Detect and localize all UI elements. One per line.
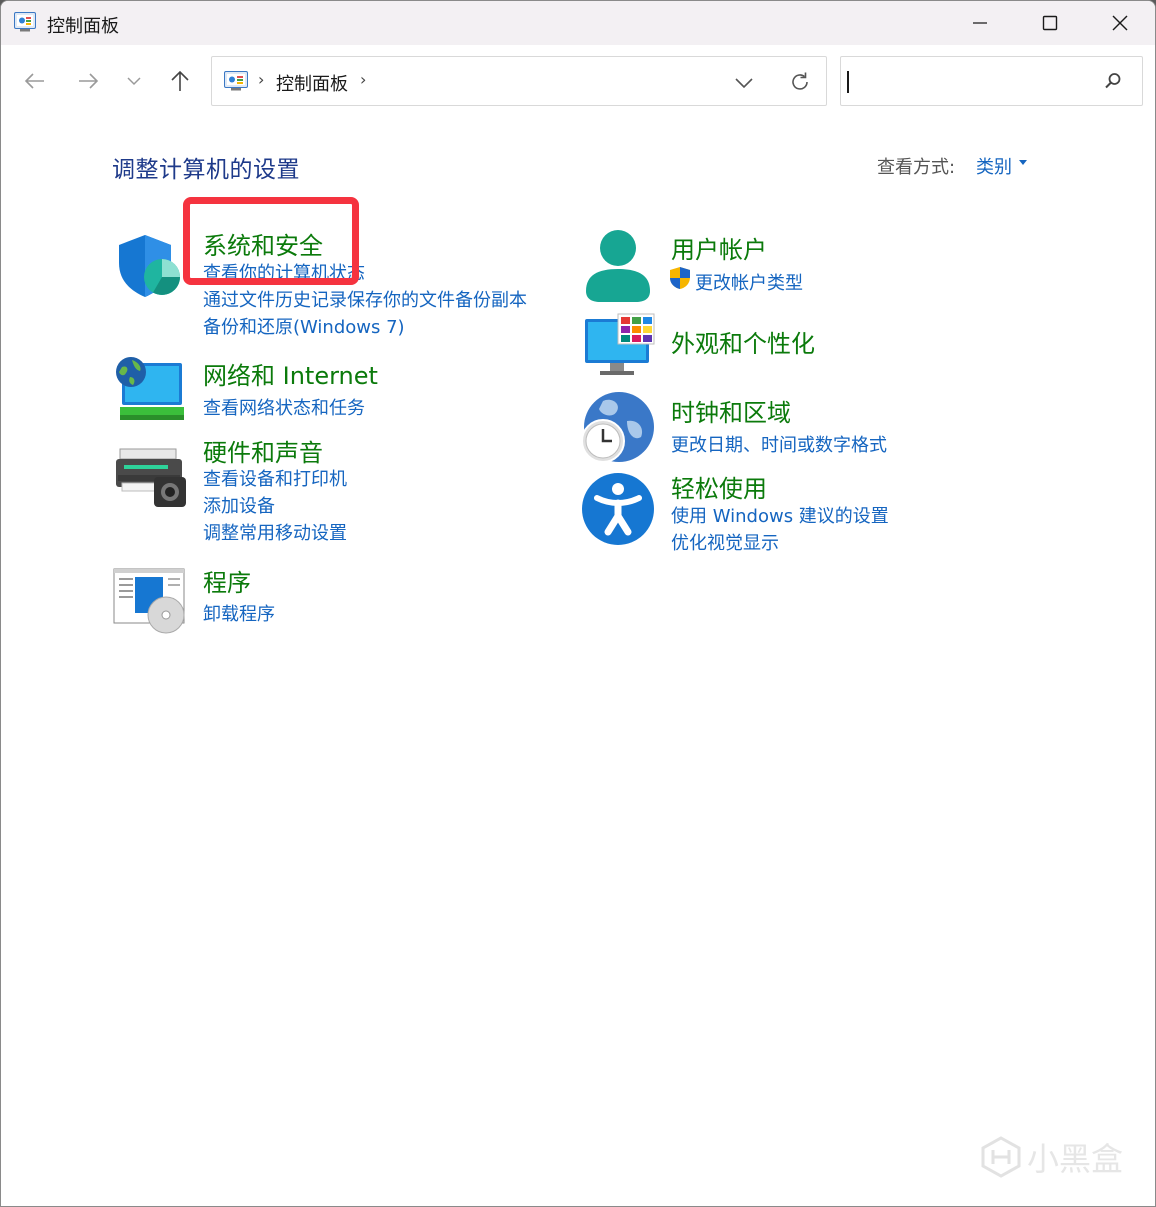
link-uninstall-program[interactable]: 卸载程序 [203,600,275,626]
forward-button[interactable] [71,64,105,98]
link-file-history-backup[interactable]: 通过文件历史记录保存你的文件备份副本 [203,286,527,312]
link-change-account-type[interactable]: 更改帐户类型 [695,269,803,295]
uac-shield-icon [670,267,690,289]
highlight-box [183,197,359,285]
watermark-logo-icon [981,1136,1021,1178]
close-icon [1112,15,1128,31]
search-input[interactable] [851,67,1095,97]
recent-locations-button[interactable] [117,64,151,98]
link-optimize-visual-display[interactable]: 优化视觉显示 [671,529,779,555]
control-panel-icon [224,71,248,91]
refresh-icon[interactable] [788,70,812,94]
watermark: 小黑盒 [981,1134,1123,1180]
page-title: 调整计算机的设置 [112,157,300,183]
address-bar[interactable]: › 控制面板 › [211,56,827,106]
chevron-down-icon[interactable] [732,71,756,93]
back-button[interactable] [18,64,52,98]
user-icon[interactable] [584,229,652,303]
minimize-icon [973,22,987,24]
category-title-ease-of-access[interactable]: 轻松使用 [671,469,767,504]
breadcrumb-separator[interactable]: › [258,70,264,89]
category-title-clock-region[interactable]: 时钟和区域 [671,393,791,428]
maximize-button[interactable] [1015,1,1085,45]
link-recommended-settings[interactable]: 使用 Windows 建议的设置 [671,502,889,528]
breadcrumb-separator[interactable]: › [360,70,366,89]
caret-down-icon[interactable] [1018,159,1028,167]
view-by-label: 查看方式: [877,157,956,178]
window-title: 控制面板 [47,16,119,37]
accessibility-icon[interactable] [581,472,655,546]
category-title-hardware[interactable]: 硬件和声音 [203,433,323,468]
link-devices-printers[interactable]: 查看设备和打印机 [203,465,347,491]
view-by-dropdown[interactable]: 类别 [976,153,1012,179]
text-caret [847,71,849,93]
watermark-text: 小黑盒 [1027,1140,1124,1178]
breadcrumb-control-panel[interactable]: 控制面板 [276,70,348,96]
navigation-bar: › 控制面板 › [1,45,1155,121]
printer-camera-icon[interactable] [114,447,188,511]
search-icon[interactable] [1103,71,1123,91]
monitor-palette-icon[interactable] [584,313,656,377]
programs-disc-icon[interactable] [113,568,187,634]
arrow-left-icon [24,73,44,89]
control-panel-app-icon [14,12,36,32]
category-title-network[interactable]: 网络和 Internet [203,356,378,391]
chevron-down-icon [127,77,141,86]
search-box[interactable] [840,56,1143,106]
link-mobility-settings[interactable]: 调整常用移动设置 [203,519,347,545]
network-globe-icon[interactable] [114,355,184,425]
link-add-device[interactable]: 添加设备 [203,492,275,518]
category-title-appearance[interactable]: 外观和个性化 [671,324,815,359]
shield-icon[interactable] [115,233,183,301]
control-panel-window: 控制面板 › 控制面板 › 调整计算机的设置 查看方式: 类别 系统和安全 查看… [0,0,1156,1207]
clock-globe-icon[interactable] [581,391,655,465]
category-title-programs[interactable]: 程序 [203,563,251,598]
link-change-date-time-format[interactable]: 更改日期、时间或数字格式 [671,431,887,457]
maximize-icon [1042,15,1058,31]
category-title-user-accounts[interactable]: 用户帐户 [671,230,767,265]
close-button[interactable] [1085,1,1155,45]
arrow-up-icon [171,70,189,91]
link-network-status[interactable]: 查看网络状态和任务 [203,394,365,420]
minimize-button[interactable] [945,1,1015,45]
title-bar[interactable]: 控制面板 [1,1,1155,45]
up-button[interactable] [163,64,197,98]
arrow-right-icon [79,73,99,89]
link-backup-restore[interactable]: 备份和还原(Windows 7) [203,313,405,339]
